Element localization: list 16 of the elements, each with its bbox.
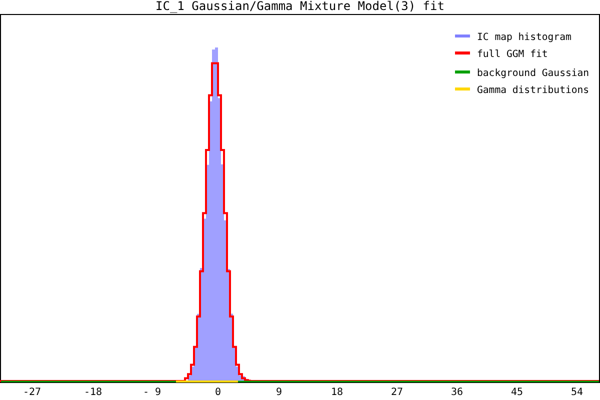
axis-tick-label: 9 xyxy=(276,387,282,398)
axis-tick-label: 54 xyxy=(570,387,584,398)
legend-label: Gamma distributions xyxy=(477,85,590,96)
axis-tick-label: 36 xyxy=(450,387,464,398)
axis-tick-label: - 9 xyxy=(142,387,162,398)
legend-label: background Gaussian xyxy=(477,68,590,79)
legend-label: full GGM fit xyxy=(477,49,548,60)
axis-tick-label: -27 xyxy=(22,387,42,398)
chart-title: IC_1 Gaussian/Gamma Mixture Model(3) fit xyxy=(154,0,446,14)
axis-tick-label: 18 xyxy=(330,387,344,398)
gamma-line-drawing xyxy=(176,380,238,382)
axis-tick-label: 45 xyxy=(510,387,524,398)
axis-tick-label: 27 xyxy=(390,387,404,398)
axis-tick-label: 0 xyxy=(214,387,222,398)
axis-tick-label: -18 xyxy=(84,387,102,398)
legend-label: IC map histogram xyxy=(477,32,572,43)
